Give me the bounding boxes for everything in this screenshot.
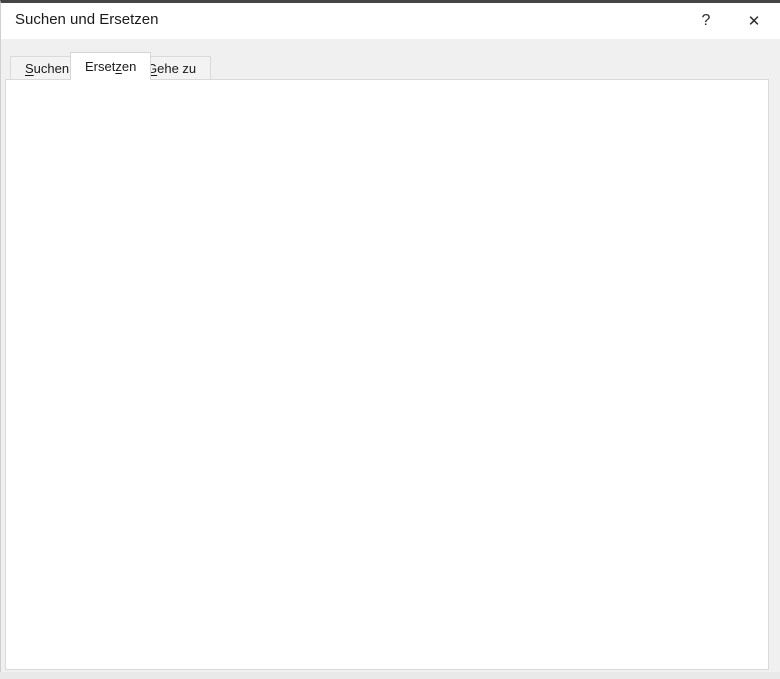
help-icon: ? [702,12,711,30]
close-button[interactable]: ✕ [732,3,776,39]
close-icon: ✕ [748,12,761,30]
find-replace-dialog: Suchen und Ersetzen ? ✕ Suchen Ersetzen … [0,0,780,672]
help-button[interactable]: ? [684,3,728,39]
title-bar: Suchen und Ersetzen ? ✕ [1,3,780,39]
dialog-title: Suchen und Ersetzen [15,11,158,28]
tab-ersetzen[interactable]: Ersetzen [70,52,151,80]
tab-page-panel [5,79,769,670]
